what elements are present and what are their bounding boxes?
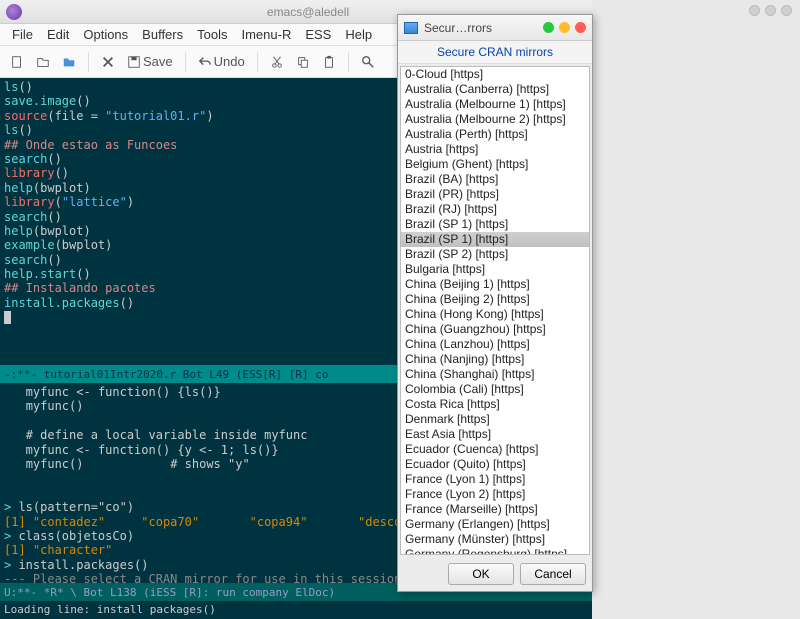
mirror-item[interactable]: Brazil (SP 1) [https]	[401, 232, 589, 247]
menu-imenu-r[interactable]: Imenu-R	[235, 25, 297, 44]
dialog-titlebar: Secur…rrors	[398, 15, 592, 41]
mirror-item[interactable]: China (Hong Kong) [https]	[401, 307, 589, 322]
cancel-button[interactable]: Cancel	[520, 563, 586, 585]
cran-mirror-dialog: Secur…rrors Secure CRAN mirrors 0-Cloud …	[397, 14, 593, 592]
search-icon[interactable]	[357, 51, 379, 73]
emacs-icon	[6, 4, 22, 20]
mirror-item[interactable]: China (Guangzhou) [https]	[401, 322, 589, 337]
dialog-header: Secure CRAN mirrors	[398, 41, 592, 64]
mirror-item[interactable]: Costa Rica [https]	[401, 397, 589, 412]
mirror-item[interactable]: Colombia (Cali) [https]	[401, 382, 589, 397]
close-icon[interactable]	[97, 51, 119, 73]
mirror-item[interactable]: Australia (Melbourne 1) [https]	[401, 97, 589, 112]
mirror-item[interactable]: France (Lyon 1) [https]	[401, 472, 589, 487]
mirror-item[interactable]: Brazil (SP 1) [https]	[401, 217, 589, 232]
mirror-item[interactable]: China (Shanghai) [https]	[401, 367, 589, 382]
mirror-item[interactable]: East Asia [https]	[401, 427, 589, 442]
mirror-item[interactable]: Bulgaria [https]	[401, 262, 589, 277]
dialog-buttons: OK Cancel	[398, 557, 592, 591]
traffic-lights[interactable]	[543, 22, 586, 33]
desktop-window-controls	[749, 5, 792, 16]
mirror-item[interactable]: France (Lyon 2) [https]	[401, 487, 589, 502]
menu-edit[interactable]: Edit	[41, 25, 75, 44]
new-file-icon[interactable]	[6, 51, 28, 73]
save-button[interactable]: Save	[123, 54, 177, 69]
menu-file[interactable]: File	[6, 25, 39, 44]
open-file-icon[interactable]	[32, 51, 54, 73]
menu-options[interactable]: Options	[77, 25, 134, 44]
mirror-item[interactable]: 0-Cloud [https]	[401, 67, 589, 82]
menu-buffers[interactable]: Buffers	[136, 25, 189, 44]
mirror-item[interactable]: Brazil (BA) [https]	[401, 172, 589, 187]
mirror-item[interactable]: France (Marseille) [https]	[401, 502, 589, 517]
copy-icon[interactable]	[292, 51, 314, 73]
menu-tools[interactable]: Tools	[191, 25, 233, 44]
mirror-item[interactable]: Ecuador (Cuenca) [https]	[401, 442, 589, 457]
cut-icon[interactable]	[266, 51, 288, 73]
paste-icon[interactable]	[318, 51, 340, 73]
folder-icon[interactable]	[58, 51, 80, 73]
dialog-title-text: Secur…rrors	[424, 21, 543, 35]
mirror-item[interactable]: Australia (Melbourne 2) [https]	[401, 112, 589, 127]
mirror-item[interactable]: China (Beijing 1) [https]	[401, 277, 589, 292]
ok-button[interactable]: OK	[448, 563, 514, 585]
mirror-item[interactable]: Denmark [https]	[401, 412, 589, 427]
mirror-item[interactable]: Belgium (Ghent) [https]	[401, 157, 589, 172]
mirror-item[interactable]: Germany (Regensburg) [https]	[401, 547, 589, 555]
mirror-item[interactable]: Austria [https]	[401, 142, 589, 157]
mirror-item[interactable]: Ecuador (Quito) [https]	[401, 457, 589, 472]
mirror-item[interactable]: Australia (Canberra) [https]	[401, 82, 589, 97]
dialog-icon	[404, 22, 418, 34]
minibuffer[interactable]: Loading line: install packages()	[0, 601, 592, 619]
mirror-item[interactable]: Germany (Erlangen) [https]	[401, 517, 589, 532]
undo-button[interactable]: Undo	[194, 54, 249, 69]
menu-ess[interactable]: ESS	[299, 25, 337, 44]
mirror-item[interactable]: China (Lanzhou) [https]	[401, 337, 589, 352]
mirror-item[interactable]: Australia (Perth) [https]	[401, 127, 589, 142]
mirror-item[interactable]: Germany (Münster) [https]	[401, 532, 589, 547]
mirror-item[interactable]: China (Nanjing) [https]	[401, 352, 589, 367]
mirror-item[interactable]: Brazil (RJ) [https]	[401, 202, 589, 217]
menu-help[interactable]: Help	[339, 25, 378, 44]
mirror-item[interactable]: Brazil (SP 2) [https]	[401, 247, 589, 262]
mirror-item[interactable]: China (Beijing 2) [https]	[401, 292, 589, 307]
mirror-item[interactable]: Brazil (PR) [https]	[401, 187, 589, 202]
mirror-listbox[interactable]: 0-Cloud [https]Australia (Canberra) [htt…	[400, 66, 590, 555]
